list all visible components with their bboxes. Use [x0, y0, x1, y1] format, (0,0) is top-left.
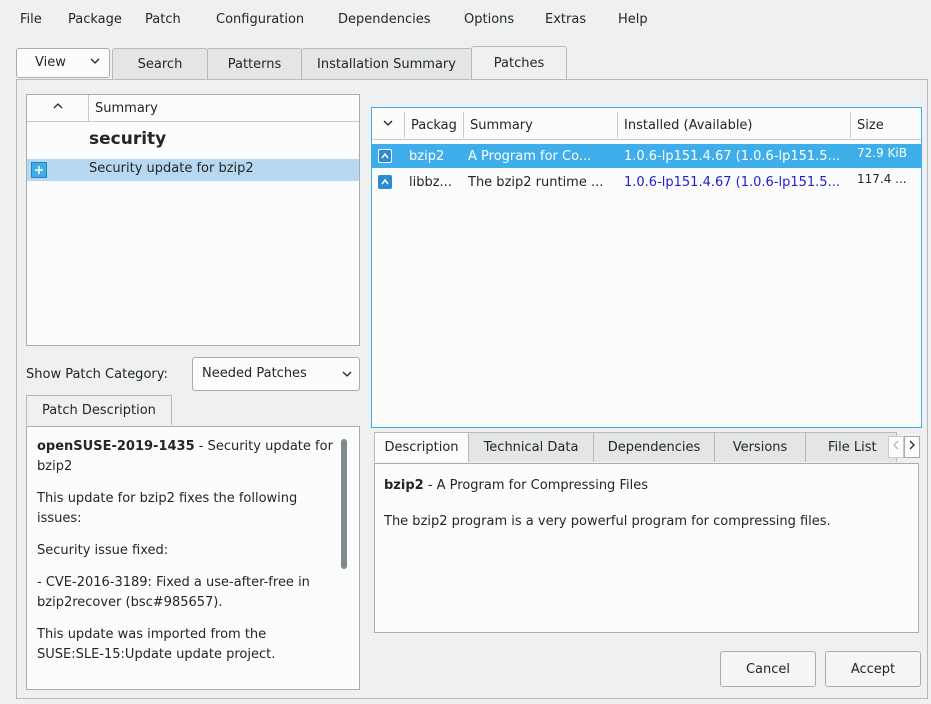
patch-description-panel: openSUSE-2019-1435 - Security update for… — [26, 426, 360, 690]
tab-patches[interactable]: Patches — [471, 46, 567, 79]
tab-installation-summary-label: Installation Summary — [317, 56, 456, 72]
chevron-left-icon — [892, 439, 900, 455]
package-size: 117.4 ... — [857, 172, 907, 186]
description-scrollbar[interactable] — [341, 439, 347, 569]
summary-header-label: Summary — [95, 100, 158, 116]
category-filter-label: Show Patch Category: — [26, 367, 168, 382]
package-update-icon[interactable] — [378, 149, 392, 163]
package-name: libbz... — [409, 174, 452, 190]
menu-package[interactable]: Package — [68, 12, 122, 27]
pkg-summary-header-label: Summary — [470, 117, 533, 133]
tab-dependencies-label: Dependencies — [607, 440, 701, 455]
menu-configuration[interactable]: Configuration — [216, 12, 304, 27]
size-header-label: Size — [857, 117, 884, 133]
tab-technical-data-label: Technical Data — [483, 440, 579, 455]
installed-header-label: Installed (Available) — [624, 117, 753, 133]
cancel-button-label: Cancel — [745, 661, 791, 677]
chevron-right-icon — [908, 439, 916, 455]
package-description-subtitle: - A Program for Compressing Files — [423, 478, 648, 493]
package-installed-version: 1.0.6-lp151.4.67 (1.0.6-lp151.5... — [624, 148, 840, 164]
sort-column-header[interactable] — [27, 95, 89, 121]
package-summary: A Program for Co... — [468, 148, 592, 164]
tab-description[interactable]: Description — [374, 432, 469, 462]
menu-patch[interactable]: Patch — [145, 12, 181, 27]
size-column-header[interactable]: Size — [851, 112, 921, 138]
table-row[interactable]: libbz... The bzip2 runtime ... 1.0.6-lp1… — [372, 170, 921, 194]
cancel-button[interactable]: Cancel — [720, 651, 816, 687]
tab-search-label: Search — [137, 56, 183, 72]
package-description-title: bzip2 - A Program for Compressing Files — [384, 478, 648, 493]
menu-dependencies[interactable]: Dependencies — [338, 12, 431, 27]
tab-search[interactable]: Search — [112, 48, 208, 79]
view-dropdown[interactable]: View — [16, 48, 110, 78]
menu-bar: File Package Patch Configuration Depende… — [0, 0, 931, 46]
patch-row[interactable]: Security update for bzip2 — [27, 159, 359, 181]
tab-patterns[interactable]: Patterns — [207, 48, 302, 79]
accept-button[interactable]: Accept — [825, 651, 921, 687]
tab-versions[interactable]: Versions — [714, 432, 806, 462]
package-header-label: Packag — [411, 117, 457, 133]
menu-extras[interactable]: Extras — [545, 12, 586, 27]
tab-description-label: Description — [384, 440, 459, 455]
patch-category-dropdown[interactable]: Needed Patches — [192, 357, 360, 391]
status-column-header[interactable] — [372, 112, 405, 138]
chevron-down-icon — [341, 367, 353, 385]
table-row[interactable]: bzip2 A Program for Co... 1.0.6-lp151.4.… — [372, 144, 921, 168]
tab-patches-label: Patches — [493, 55, 545, 71]
tab-dependencies[interactable]: Dependencies — [593, 432, 715, 462]
header-divider — [372, 139, 921, 140]
patch-id: openSUSE-2019-1435 — [37, 439, 195, 454]
package-name: bzip2 — [409, 148, 445, 164]
package-description-body: The bzip2 program is a very powerful pro… — [384, 514, 831, 529]
chevron-down-icon — [382, 117, 394, 133]
tab-patch-description[interactable]: Patch Description — [26, 395, 172, 425]
package-description-name: bzip2 — [384, 478, 424, 493]
tab-technical-data[interactable]: Technical Data — [468, 432, 594, 462]
chevron-down-icon — [89, 54, 101, 72]
chevron-up-icon — [52, 100, 64, 116]
category-heading: security — [89, 129, 167, 149]
tab-scroll-right-button[interactable] — [904, 436, 920, 458]
menu-help[interactable]: Help — [618, 12, 648, 27]
patch-list[interactable]: Summary security Security update for bzi… — [26, 94, 360, 346]
details-tab-bar: Description Technical Data Dependencies … — [374, 432, 922, 464]
tab-patch-description-label: Patch Description — [42, 403, 156, 418]
tab-versions-label: Versions — [732, 440, 788, 455]
patch-row-summary: Security update for bzip2 — [89, 161, 254, 176]
tab-file-list-label: File List — [828, 440, 877, 455]
accept-button-label: Accept — [850, 661, 896, 677]
summary-column-header[interactable]: Summary — [89, 95, 359, 121]
package-summary: The bzip2 runtime ... — [468, 174, 604, 190]
description-paragraph: This update was imported from the SUSE:S… — [37, 627, 276, 662]
pkg-summary-column-header[interactable]: Summary — [464, 112, 618, 138]
package-installed-version: 1.0.6-lp151.4.67 (1.0.6-lp151.5... — [624, 174, 840, 190]
package-description-panel: bzip2 - A Program for Compressing Files … — [374, 463, 919, 633]
package-update-icon[interactable] — [378, 175, 392, 189]
installed-column-header[interactable]: Installed (Available) — [618, 112, 851, 138]
menu-options[interactable]: Options — [464, 12, 514, 27]
header-divider — [27, 121, 359, 122]
package-column-header[interactable]: Packag — [405, 112, 464, 138]
description-paragraph: - CVE-2016-3189: Fixed a use-after-free … — [37, 575, 310, 610]
tab-file-list[interactable]: File List — [805, 432, 897, 462]
description-paragraph: This update for bzip2 fixes the followin… — [37, 491, 298, 526]
patch-description-text: openSUSE-2019-1435 - Security update for… — [37, 437, 337, 677]
tab-patterns-label: Patterns — [227, 56, 282, 72]
tab-scroll-left-button[interactable] — [888, 436, 904, 458]
view-dropdown-label: View — [35, 55, 66, 70]
patch-category-selected: Needed Patches — [202, 366, 307, 381]
package-table[interactable]: Packag Summary Installed (Available) Siz… — [371, 107, 922, 428]
menu-file[interactable]: File — [20, 12, 42, 27]
description-paragraph: Security issue fixed: — [37, 543, 169, 558]
package-size: 72.9 KiB — [857, 146, 907, 160]
tab-installation-summary[interactable]: Installation Summary — [301, 48, 472, 79]
patch-status-icon[interactable] — [31, 162, 47, 178]
